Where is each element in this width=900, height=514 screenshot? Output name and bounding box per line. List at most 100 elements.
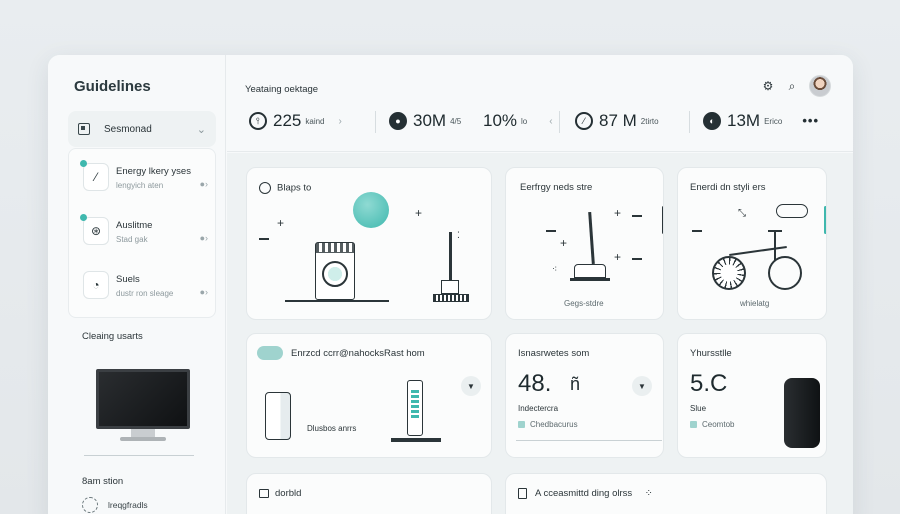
status-dot (80, 214, 87, 221)
app-window: Guidelines Sesmonad ⌄ ⁄ Energy lkery yse… (48, 55, 853, 514)
stat-unit: lo (521, 116, 528, 126)
card-title-text: dorbld (275, 488, 302, 499)
spray-icon: ⊛ (83, 217, 109, 245)
square-icon (78, 123, 90, 135)
section-heading: Cleaing usarts (82, 331, 143, 342)
mop-icon (433, 232, 469, 308)
more-icon[interactable]: ••• (802, 113, 819, 128)
sidebar-item-subtitle: dustr ron sleage (116, 289, 174, 298)
scroll-accent (824, 206, 826, 234)
dash-mark (546, 230, 556, 232)
sidebar-item-title: Energy lkery yses (116, 166, 191, 177)
settings-icon[interactable]: ⚙ (761, 79, 775, 93)
cloud-icon (776, 204, 808, 218)
chevron-right-icon: › (338, 115, 342, 127)
stat-value: 30M (413, 111, 447, 130)
speaker-value: 5.C (690, 370, 728, 397)
dash-mark (259, 238, 269, 240)
sidebar-item-auslitme[interactable]: ⊛ Auslitme Stad gak ●› (80, 214, 208, 255)
sidebar-item-title: Auslitme (116, 220, 153, 231)
sidebar-item-suels[interactable]: ◔ Suels dustr ron sleage ●› (83, 269, 208, 309)
sparkle-icon: + (415, 206, 423, 220)
card-title: A cceasmittd ding olrss ⁘ (518, 488, 653, 499)
search-icon[interactable]: ⌕ (785, 79, 799, 93)
card-sensor[interactable]: Isnasrwetes som 48. ñ ▼ Indectercra Ched… (505, 333, 664, 458)
card-note-text: Chedbacurus (530, 420, 578, 429)
sparkle-icon: ⁚ (457, 230, 460, 240)
header: Yeataing oektage ⚙ ⌕ ⫯ 225 kaind › ● 30M… (227, 55, 853, 152)
card-caption: Slue (690, 404, 707, 413)
card-title: Yhursstlle (690, 348, 732, 359)
sidebar-nav: ⁄ Energy lkery yses lengyich aten ●› ⊛ A… (68, 148, 216, 318)
stat-3: 10% lo ‹ (483, 108, 553, 134)
card-speaker[interactable]: Yhursstlle 5.C Slue Ceomtob (677, 333, 827, 458)
header-actions: ⚙ ⌕ (761, 75, 831, 97)
washing-machine-icon (315, 242, 355, 300)
chevron-down-icon[interactable]: ▼ (632, 376, 652, 396)
sparkle-icon: + (614, 206, 622, 220)
card-title: Isnasrwetes som (518, 348, 590, 359)
dash-mark (632, 215, 642, 217)
stat-unit: Erico (764, 116, 783, 126)
brush-icon: ⁄ (83, 163, 109, 191)
stat-unit: 4/5 (450, 116, 462, 126)
station-item-label: lreqgfradls (108, 500, 148, 510)
drop-icon: ● (389, 112, 407, 130)
card-caption: Dlusbos anrrs (307, 424, 357, 433)
card-title-text: A cceasmittd ding olrss (535, 488, 633, 500)
card-bottom-left[interactable]: dorbld (246, 473, 492, 514)
card-title: Enerdi dn styli ers (690, 182, 766, 193)
page-subtitle: Yeataing oektage (245, 84, 319, 95)
stat-unit: 2tirto (640, 116, 659, 126)
moon-icon: ◐ (703, 112, 721, 130)
sidebar-item-subtitle: lengyich aten (116, 181, 164, 190)
card-bottom-right[interactable]: A cceasmittd ding olrss ⁘ (505, 473, 827, 514)
sparkle-icon: ⁖ (552, 264, 558, 274)
stat-value: 225 (273, 111, 302, 130)
card-note-text: Ceomtob (702, 420, 735, 429)
chevron-left-icon: ‹ (549, 115, 553, 127)
calendar-icon (259, 488, 269, 498)
sensor-value: 48. (518, 370, 552, 397)
stat-5: ◐ 13M Erico (703, 108, 782, 134)
sidebar-item-subtitle: Stad gak (116, 235, 148, 244)
chevron-down-icon[interactable]: ▼ (461, 376, 481, 396)
card-grid: Blaps to + + ⁚ Eerfrgy neds stre + + + ⁖… (227, 153, 853, 514)
arrow-right-icon: ●› (199, 233, 208, 243)
dashed-circle-icon (82, 497, 98, 513)
chevron-down-icon: ⌄ (196, 123, 206, 136)
card-purifier[interactable]: Enrzcd ccrr@nahocksRast hom ▼ Dlusbos an… (246, 333, 492, 458)
card-title-text: Blaps to (277, 182, 312, 194)
check-icon (518, 421, 525, 429)
check-icon (690, 421, 697, 429)
dots-icon: ⁘ (644, 488, 653, 500)
info-icon (259, 182, 271, 194)
sparkle-icon: ⤡ (738, 208, 746, 219)
brand-title: Guidelines (74, 78, 151, 95)
card-bike[interactable]: Enerdi dn styli ers ⤡ whielatg (677, 167, 827, 320)
card-title: Eerfrgy neds stre (520, 182, 593, 193)
sparkle-icon: + (277, 216, 285, 230)
stat-2: ● 30M 4/5 (389, 108, 461, 134)
status-dot (80, 160, 87, 167)
bicycle-icon (712, 230, 802, 290)
leaf-icon: ⁄ (575, 112, 593, 130)
station-item[interactable]: lreqgfradls (82, 497, 148, 513)
card-mop[interactable]: Eerfrgy neds stre + + + ⁖ Gegs-stdre (505, 167, 664, 320)
card-title: dorbld (259, 488, 301, 499)
avatar[interactable] (809, 75, 831, 97)
arrow-right-icon: ●› (199, 287, 208, 297)
sidebar-item-title: Suels (116, 274, 140, 285)
sidebar-item-energy[interactable]: ⁄ Energy lkery yses lengyich aten ●› (80, 160, 208, 201)
stat-value: 13M (727, 111, 761, 130)
card-caption: Indectercra (518, 404, 559, 413)
arrow-right-icon: ●› (199, 179, 208, 189)
speaker-icon (784, 378, 820, 448)
toggle-icon[interactable] (257, 346, 283, 360)
broom-icon (566, 211, 610, 282)
card-washer[interactable]: Blaps to + + ⁚ (246, 167, 492, 320)
card-title: Enrzcd ccrr@nahocksRast hom (291, 348, 425, 359)
divider (516, 440, 662, 441)
card-note: Ceomtob (690, 420, 734, 429)
mode-select[interactable]: Sesmonad ⌄ (68, 111, 216, 147)
